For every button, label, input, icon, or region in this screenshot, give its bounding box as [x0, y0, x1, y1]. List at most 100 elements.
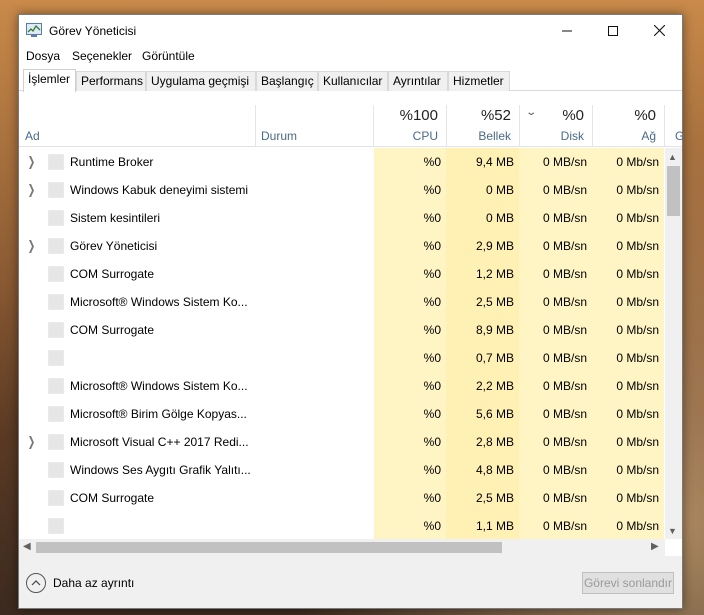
cpu-value: %0: [423, 323, 441, 337]
process-icon: [48, 350, 64, 366]
process-name: COM Surrogate: [70, 323, 155, 337]
tab-app-history[interactable]: Uygulama geçmişi: [146, 71, 256, 91]
header-status[interactable]: Durum: [255, 105, 374, 147]
column-separator[interactable]: [664, 105, 665, 147]
table-row[interactable]: COM Surrogate %0 2,5 MB 0 MB/sn 0 Mb/sn: [19, 484, 664, 512]
process-icon: [48, 182, 64, 198]
menu-file[interactable]: Dosya: [26, 49, 60, 63]
tab-startup[interactable]: Başlangıç: [256, 71, 318, 91]
process-icon: [48, 154, 64, 170]
cpu-value: %0: [423, 239, 441, 253]
vertical-scroll-thumb[interactable]: [667, 166, 680, 216]
network-value: 0 Mb/sn: [616, 239, 659, 253]
network-value: 0 Mb/sn: [616, 519, 659, 533]
network-value: 0 Mb/sn: [616, 351, 659, 365]
network-value: 0 Mb/sn: [616, 211, 659, 225]
disk-value: 0 MB/sn: [542, 155, 587, 169]
collapse-up-circle-icon[interactable]: [26, 573, 46, 593]
disk-value: 0 MB/sn: [542, 211, 587, 225]
process-name: Windows Kabuk deneyimi sistemi: [70, 183, 249, 197]
disk-value: 0 MB/sn: [542, 239, 587, 253]
header-memory[interactable]: %52 Bellek: [446, 105, 519, 147]
memory-value: 4,8 MB: [475, 463, 514, 477]
header-disk-percent: %0: [562, 107, 584, 124]
memory-value: 2,9 MB: [475, 239, 514, 253]
tab-processes[interactable]: İşlemler: [23, 69, 76, 92]
process-icon: [48, 406, 64, 422]
scroll-right-icon[interactable]: ▶: [651, 541, 659, 552]
vertical-scrollbar[interactable]: ▲ ▼: [665, 148, 682, 539]
disk-value: 0 MB/sn: [542, 519, 587, 533]
close-button[interactable]: [636, 15, 682, 46]
fewer-details-link[interactable]: Daha az ayrıntı: [53, 576, 134, 590]
header-network[interactable]: %0 Ağ: [592, 105, 664, 147]
process-icon: [48, 518, 64, 534]
process-name: Microsoft® Birim Gölge Kopyas...: [70, 407, 247, 421]
header-name[interactable]: Ad: [19, 105, 255, 147]
header-network-percent: %0: [634, 107, 656, 124]
disk-value: 0 MB/sn: [542, 379, 587, 393]
header-cpu[interactable]: %100 CPU: [374, 105, 446, 147]
scroll-left-icon[interactable]: ◀: [23, 541, 31, 552]
process-icon: [48, 294, 64, 310]
menu-options[interactable]: Seçenekler: [72, 49, 132, 63]
disk-value: 0 MB/sn: [542, 407, 587, 421]
table-row[interactable]: Microsoft® Windows Sistem Ko... %0 2,5 MB 0…: [19, 288, 664, 316]
process-icon: [48, 238, 64, 254]
tab-details[interactable]: Ayrıntılar: [388, 71, 448, 91]
cpu-value: %0: [423, 407, 441, 421]
tab-users[interactable]: Kullanıcılar: [318, 71, 388, 91]
process-icon: [48, 266, 64, 282]
process-name: Sistem kesintileri: [70, 211, 161, 225]
scroll-up-icon[interactable]: ▲: [668, 152, 677, 162]
memory-value: 2,2 MB: [475, 379, 514, 393]
expand-chevron-icon[interactable]: ❯: [28, 154, 36, 170]
table-row[interactable]: Microsoft® Windows Sistem Ko... %0 2,2 MB 0…: [19, 372, 664, 400]
table-row[interactable]: Windows Ses Aygıtı Grafik Yalıtı... %0 4,8…: [19, 456, 664, 484]
memory-value: 0,7 MB: [475, 351, 514, 365]
table-row[interactable]: %0 0,7 MB 0 MB/sn 0 Mb/sn: [19, 344, 664, 372]
tab-performance[interactable]: Performans: [76, 71, 146, 91]
end-task-button[interactable]: Görevi sonlandır: [582, 572, 674, 594]
header-network-label: Ağ: [641, 129, 656, 143]
task-manager-app-icon: [26, 23, 42, 37]
table-row[interactable]: ❯ Runtime Broker %0 9,4 MB 0 MB/sn 0 Mb/sn: [19, 148, 664, 176]
memory-value: 2,5 MB: [475, 295, 514, 309]
table-row[interactable]: ❯ Microsoft Visual C++ 2017 Redi... %0 2,8 …: [19, 428, 664, 456]
maximize-button[interactable]: [590, 15, 636, 46]
table-row[interactable]: %0 1,1 MB 0 MB/sn 0 Mb/sn: [19, 512, 664, 539]
tab-bar: İşlemler Performans Uygulama geçmişi Baş…: [19, 69, 682, 92]
menu-view[interactable]: Görüntüle: [142, 49, 195, 63]
table-row[interactable]: ❯ Windows Kabuk deneyimi sistemi %0 0 MB 0 M…: [19, 176, 664, 204]
expand-chevron-icon[interactable]: ❯: [28, 182, 36, 198]
expand-chevron-icon[interactable]: ❯: [28, 434, 36, 450]
disk-value: 0 MB/sn: [542, 491, 587, 505]
horizontal-scrollbar[interactable]: ◀ ▶: [19, 539, 665, 556]
tab-services[interactable]: Hizmetler: [448, 71, 510, 91]
process-icon: [48, 462, 64, 478]
process-name: COM Surrogate: [70, 491, 155, 505]
title-bar: Görev Yöneticisi: [19, 15, 682, 47]
table-row[interactable]: ❯ Görev Yöneticisi %0 2,9 MB 0 MB/sn 0 Mb/sn: [19, 232, 664, 260]
cpu-value: %0: [423, 155, 441, 169]
table-row[interactable]: Microsoft® Birim Gölge Kopyas... %0 5,6 MB…: [19, 400, 664, 428]
process-name: Microsoft® Windows Sistem Ko...: [70, 295, 248, 309]
scroll-down-icon[interactable]: ▼: [668, 526, 677, 536]
task-manager-window: Görev Yöneticisi Dosya Seçenekler Görünt…: [18, 14, 684, 609]
memory-value: 1,2 MB: [475, 267, 514, 281]
horizontal-scroll-thumb[interactable]: [36, 542, 502, 553]
network-value: 0 Mb/sn: [616, 407, 659, 421]
expand-chevron-icon[interactable]: ❯: [28, 238, 36, 254]
column-header: Ad Durum %100 CPU %52 Bellek %0 Disk %0 …: [19, 105, 682, 147]
process-icon: [48, 490, 64, 506]
disk-value: 0 MB/sn: [542, 295, 587, 309]
network-value: 0 Mb/sn: [616, 379, 659, 393]
close-icon: [653, 25, 665, 36]
sort-down-icon: ⌄: [525, 107, 538, 118]
minimize-button[interactable]: [544, 15, 590, 46]
table-row[interactable]: Sistem kesintileri %0 0 MB 0 MB/sn 0 Mb/sn: [19, 204, 664, 232]
process-name: COM Surrogate: [70, 267, 155, 281]
table-row[interactable]: COM Surrogate %0 8,9 MB 0 MB/sn 0 Mb/sn: [19, 316, 664, 344]
table-row[interactable]: COM Surrogate %0 1,2 MB 0 MB/sn 0 Mb/sn: [19, 260, 664, 288]
process-name: Runtime Broker: [70, 155, 154, 169]
